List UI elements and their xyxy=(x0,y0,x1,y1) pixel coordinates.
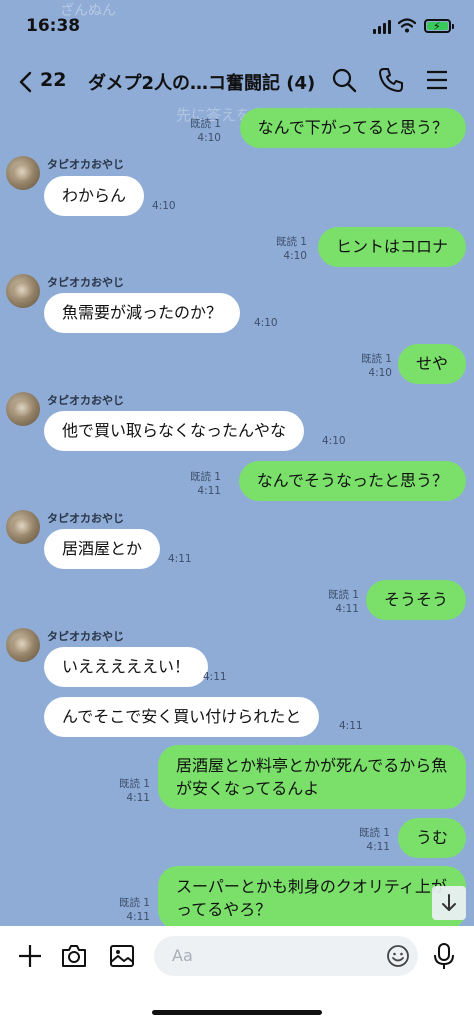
message-time: 4:11 xyxy=(335,603,359,615)
message-meta: 既読 1 4:11 xyxy=(359,826,390,854)
read-receipt: 既読 1 xyxy=(189,118,221,130)
read-receipt: 既読 1 xyxy=(327,589,359,601)
message-bubble-sent[interactable]: ヒントはコロナ xyxy=(317,227,466,267)
avatar[interactable] xyxy=(6,392,40,426)
sender-name: タピオカおやじ xyxy=(47,630,124,643)
read-receipt: 既読 1 xyxy=(358,827,390,839)
image-icon[interactable] xyxy=(108,942,136,970)
microphone-icon[interactable] xyxy=(430,942,458,970)
read-receipt: 既読 1 xyxy=(275,236,307,248)
read-receipt: 既読 1 xyxy=(189,471,221,483)
home-indicator xyxy=(152,1010,322,1015)
message-bubble-received[interactable]: んでそこで安く買い付けられたと xyxy=(44,697,320,737)
camera-icon[interactable] xyxy=(60,942,88,970)
message-input[interactable]: Aa xyxy=(154,936,418,976)
unread-count: 22 xyxy=(40,69,67,91)
avatar[interactable] xyxy=(6,156,40,190)
message-time: 4:10 xyxy=(152,200,176,212)
chat-title[interactable]: ダメプ2人の…コ奮闘記 (4) xyxy=(88,69,315,95)
message-time: 4:11 xyxy=(168,553,192,565)
message-bubble-received[interactable]: 居酒屋とか xyxy=(44,529,161,569)
signal-icon xyxy=(373,20,391,34)
sender-name: タピオカおやじ xyxy=(47,158,124,171)
ghost-notification-top: ざんぬん xyxy=(60,3,116,19)
read-receipt: 既読 1 xyxy=(118,778,150,790)
read-receipt: 既読 1 xyxy=(360,353,392,365)
arrow-down-icon xyxy=(442,894,456,911)
message-time: 4:11 xyxy=(126,911,150,923)
message-time: 4:11 xyxy=(203,671,227,683)
sender-name: タピオカおやじ xyxy=(47,276,124,289)
message-meta: 既読 1 4:10 xyxy=(276,235,307,263)
message-meta: 既読 1 4:10 xyxy=(361,352,392,380)
chevron-left-icon xyxy=(19,71,32,93)
message-meta: 既読 1 4:11 xyxy=(119,896,150,924)
message-meta: 既読 1 4:11 xyxy=(328,588,359,616)
avatar[interactable] xyxy=(6,510,40,544)
message-time: 4:11 xyxy=(126,792,150,804)
phone-icon[interactable] xyxy=(378,67,404,93)
emoji-icon[interactable] xyxy=(386,944,410,968)
message-bubble-sent[interactable]: そうそう xyxy=(365,580,466,620)
message-time: 4:10 xyxy=(368,367,392,379)
message-time: 4:11 xyxy=(197,485,221,497)
message-meta: 既読 1 4:11 xyxy=(190,470,221,498)
battery-icon: ⚡ xyxy=(424,19,454,33)
read-receipt: 既読 1 xyxy=(118,897,150,909)
message-bubble-sent[interactable]: なんで下がってると思う？ xyxy=(239,108,466,148)
input-placeholder: Aa xyxy=(172,946,193,965)
message-bubble-received[interactable]: いえええええい！ xyxy=(44,647,209,687)
avatar[interactable] xyxy=(6,274,40,308)
message-input-bar: Aa xyxy=(0,926,474,1024)
avatar[interactable] xyxy=(6,628,40,662)
message-time: 4:11 xyxy=(366,841,390,853)
message-bubble-sent[interactable]: うむ xyxy=(397,818,466,858)
sender-name: タピオカおやじ xyxy=(47,512,124,525)
message-time: 4:11 xyxy=(339,720,363,732)
message-meta: 既読 1 4:10 xyxy=(190,117,221,145)
message-bubble-received[interactable]: 他で買い取らなくなったんやな xyxy=(44,411,305,451)
message-time: 4:10 xyxy=(254,317,278,329)
back-button[interactable]: 22 xyxy=(18,68,72,96)
message-meta: 既読 1 4:11 xyxy=(119,777,150,805)
message-bubble-received[interactable]: 魚需要が減ったのか？ xyxy=(44,293,241,333)
menu-icon[interactable] xyxy=(424,67,450,93)
message-time: 4:10 xyxy=(197,132,221,144)
message-time: 4:10 xyxy=(322,435,346,447)
message-bubble-sent[interactable]: 居酒屋とか料亭とかが死んでるから魚が安くなってるんよ xyxy=(158,745,466,809)
scroll-to-bottom-button[interactable] xyxy=(432,886,466,920)
plus-icon[interactable] xyxy=(16,942,44,970)
search-icon[interactable] xyxy=(331,67,357,93)
message-bubble-sent[interactable]: スーパーとかも刺身のクオリティ上がってるやろ？ xyxy=(158,866,466,930)
message-bubble-received[interactable]: わからん xyxy=(44,176,145,216)
sender-name: タピオカおやじ xyxy=(47,394,124,407)
message-bubble-sent[interactable]: なんでそうなったと思う？ xyxy=(238,461,466,501)
message-time: 4:10 xyxy=(283,250,307,262)
message-bubble-sent[interactable]: せや xyxy=(397,344,466,384)
chat-header: 先に答えを言うと感価が下がってる 22 ダメプ2人の…コ奮闘記 (4) xyxy=(0,56,474,124)
wifi-icon xyxy=(398,18,416,33)
